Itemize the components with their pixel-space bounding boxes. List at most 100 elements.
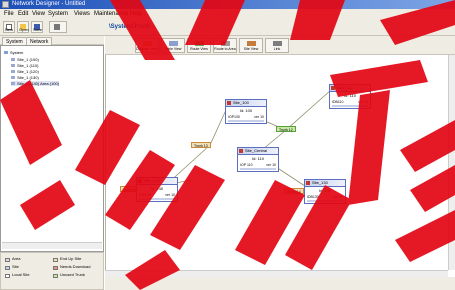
legend-label-unused-trunk: Unused Trunk <box>60 272 85 277</box>
canvas-hscrollbar[interactable] <box>105 270 448 277</box>
legend-label-area: Area <box>12 256 21 261</box>
site-node-header: Site_140 <box>137 178 177 185</box>
link-button[interactable]: Link <box>265 38 289 53</box>
menu-bar: File Edit View System Views Maintenance … <box>0 9 455 19</box>
legend-label-site: Site <box>12 264 19 269</box>
route-to-area-button[interactable]: Route to Area <box>213 38 237 53</box>
save-button-label: Save <box>33 27 43 32</box>
site-node-sub: IDB140 <box>139 193 151 197</box>
table-view-button[interactable]: Table View <box>161 38 185 53</box>
site-node-header: Site_130 <box>305 180 345 187</box>
site-node-bar <box>228 120 264 122</box>
tree-item[interactable]: Site_1 (120) <box>11 69 39 74</box>
legend-swatch-site <box>5 266 10 270</box>
left-tabs: System Network <box>0 36 104 46</box>
site-node[interactable]: Site_100 Id: 100 IOP100 ver 10 <box>225 99 267 124</box>
site-icon <box>138 179 142 183</box>
site-node-id: Id: 100 <box>239 108 253 113</box>
route-view-label: Route View <box>190 47 208 51</box>
legend-swatch-local-site <box>5 274 10 278</box>
site-node[interactable]: Site_130 Id: 130 IDB130 ver 10 <box>304 179 346 204</box>
title-bar: Network Designer - Untitled <box>0 0 455 9</box>
legend-label-needs-download: Needs Download <box>60 264 91 269</box>
folder-icon <box>4 51 8 54</box>
site-node-bar <box>139 198 175 200</box>
trunk-cloud[interactable]: Trunk 13 <box>191 142 211 148</box>
site-icon <box>11 70 15 73</box>
trunk-cloud-label: Trunk 11 <box>123 188 137 192</box>
trunk-link <box>285 89 332 131</box>
site-node-bar <box>307 200 343 202</box>
site-node-name: Site_130 <box>312 180 328 185</box>
site-node-sub: IOP 110 <box>240 163 253 167</box>
trunk-cloud[interactable]: Trunk 14 <box>284 188 304 194</box>
tree-item[interactable]: Site_1 (110) <box>11 63 39 68</box>
site-icon <box>306 181 310 185</box>
site-icon <box>11 76 15 79</box>
tree-item[interactable]: Site_1 (100) <box>11 57 39 62</box>
route-to-area-label: Route to Area <box>214 47 236 51</box>
menu-file[interactable]: File <box>4 9 14 19</box>
legend-label-local-site: Local Site <box>12 272 30 277</box>
new-button[interactable]: New <box>3 21 15 33</box>
app-icon <box>2 1 9 8</box>
status-bar <box>105 277 455 290</box>
menu-help[interactable]: Help <box>130 9 142 19</box>
canvas-header: \System\Trunk <box>105 22 455 33</box>
trunk-cloud-label: Trunk 14 <box>287 190 301 194</box>
menu-view[interactable]: View <box>32 9 45 19</box>
tree-root[interactable]: System <box>4 50 23 55</box>
window-title: Network Designer - Untitled <box>12 1 86 7</box>
route-view-button[interactable]: Route View <box>187 38 211 53</box>
site-node-header: Site_110 <box>330 85 370 92</box>
tree-panel: System Site_1 (100) Site_1 (110) Site_1 … <box>0 45 104 252</box>
diagram-canvas[interactable]: Trunk 11 Trunk 12 Trunk 13 Trunk 14 Site… <box>105 55 448 270</box>
site-view-button[interactable]: Site View <box>239 38 263 53</box>
table-icon <box>169 41 178 46</box>
tree-item-label: Site_E (140) Area (100) <box>17 81 60 86</box>
table-view-label: Table View <box>164 47 182 51</box>
tree-root-label: System <box>10 50 24 55</box>
menu-maintenance[interactable]: Maintenance <box>94 9 128 19</box>
trunk-cloud-label: Trunk 12 <box>279 128 293 132</box>
view-toolbar: Diagram View Table View Route View Route… <box>105 36 455 55</box>
site-node[interactable]: Site_140 Id: 140 IDB140 ver 10 <box>136 177 178 202</box>
site-node-name: Site_110 <box>337 85 353 90</box>
tree-hscrollbar[interactable] <box>2 242 102 249</box>
trunk-cloud[interactable]: Trunk 12 <box>276 126 296 132</box>
print-button[interactable] <box>49 21 67 33</box>
menu-edit[interactable]: Edit <box>18 9 28 19</box>
save-button[interactable]: Save <box>31 21 43 33</box>
diagram-view-label: Diagram View <box>136 47 158 51</box>
site-icon <box>227 101 231 105</box>
legend-swatch-end-up-site <box>53 258 58 262</box>
open-button[interactable]: Open <box>17 21 29 33</box>
site-node[interactable]: Site_Central Id: 110 IOP 110 ver 10 <box>237 147 279 172</box>
menu-views[interactable]: Views <box>74 9 90 19</box>
route-icon <box>195 41 204 46</box>
site-node-header: Site_100 <box>226 100 266 107</box>
tree-item-label: Site_1 (130) <box>17 75 39 80</box>
legend-swatch-needs-download <box>53 266 58 270</box>
site-node-id: Id: 110 <box>344 93 356 98</box>
diagram-view-button[interactable]: Diagram View <box>135 38 159 53</box>
canvas-vscrollbar[interactable] <box>448 55 455 270</box>
new-button-label: New <box>5 27 14 32</box>
legend-swatch-unused-trunk <box>53 274 58 278</box>
site-node-bar <box>240 168 276 170</box>
site-node-name: Site_Central <box>245 148 268 153</box>
site-node-name: Site_100 <box>233 100 249 105</box>
print-icon <box>54 24 60 30</box>
legend-label-end-up-site: End Up Site <box>60 256 82 261</box>
site-view-label: Site View <box>243 47 259 51</box>
site-node-bar <box>332 105 368 107</box>
tree-item[interactable]: Site_1 (130) <box>11 75 39 80</box>
site-icon <box>11 64 15 67</box>
site-node[interactable]: Site_110 Id: 110 IDB110 ver 10 <box>329 84 371 109</box>
site-node-sub: IDB110 <box>332 100 344 104</box>
site-node-id: Id: 110 <box>252 156 264 161</box>
tree-item-label: Site_1 (110) <box>17 63 39 68</box>
menu-system[interactable]: System <box>48 9 68 19</box>
tree-item-selected[interactable]: Site_E (140) Area (100) <box>11 81 60 86</box>
link-icon <box>273 41 282 46</box>
